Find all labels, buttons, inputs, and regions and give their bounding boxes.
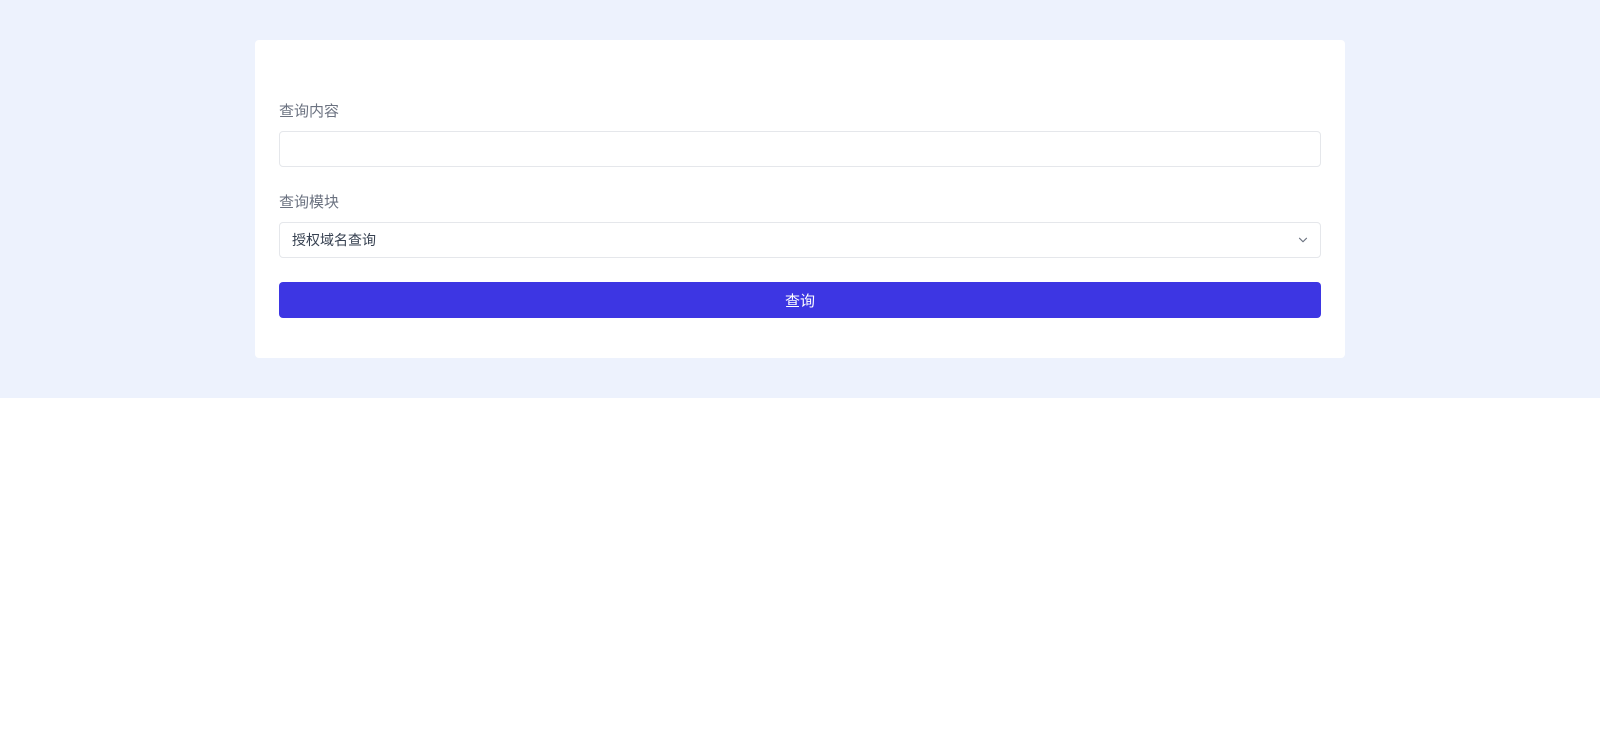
query-content-input[interactable] — [279, 131, 1321, 167]
query-form-card: 查询内容 查询模块 授权域名查询 查询 — [255, 40, 1345, 358]
submit-button[interactable]: 查询 — [279, 282, 1321, 318]
query-content-label: 查询内容 — [279, 100, 1321, 121]
query-module-group: 查询模块 授权域名查询 — [279, 191, 1321, 258]
query-module-label: 查询模块 — [279, 191, 1321, 212]
query-content-group: 查询内容 — [279, 100, 1321, 167]
query-module-select[interactable]: 授权域名查询 — [279, 222, 1321, 258]
page-background: 查询内容 查询模块 授权域名查询 查询 — [0, 0, 1600, 398]
